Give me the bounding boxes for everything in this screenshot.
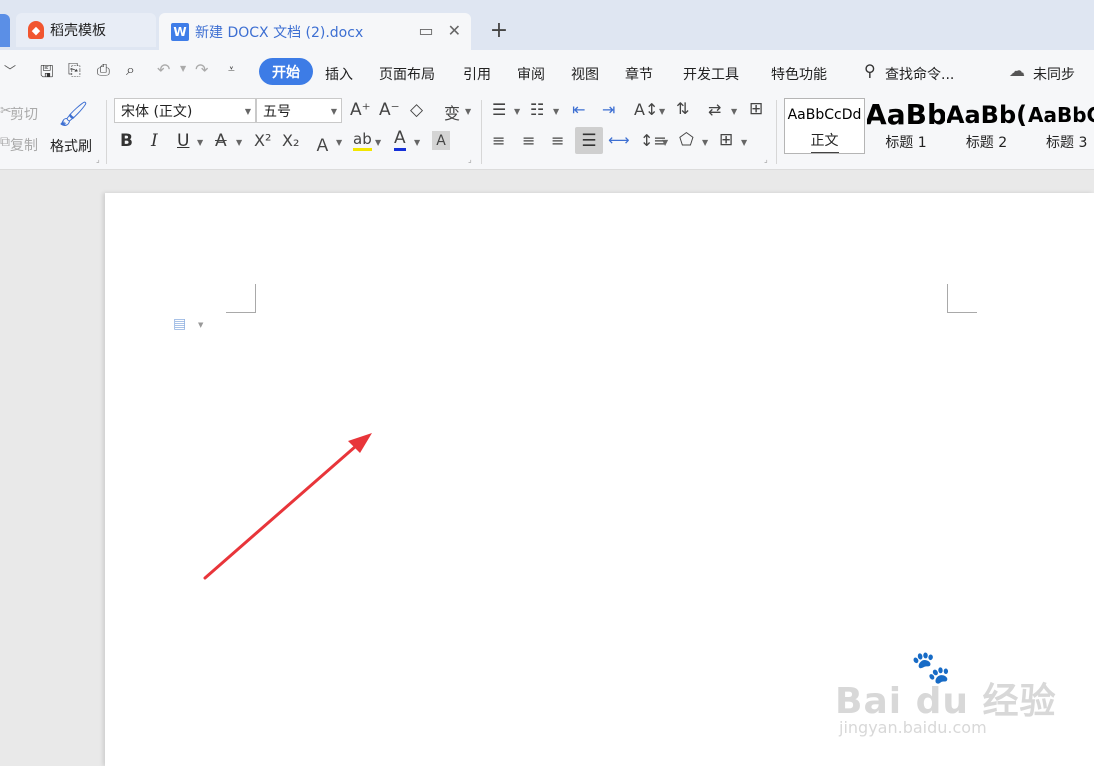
watermark-url: jingyan.baidu.com [839, 718, 987, 737]
arrow-shaft [203, 444, 358, 580]
watermark-brand: Bai du 经验 [835, 681, 1057, 722]
